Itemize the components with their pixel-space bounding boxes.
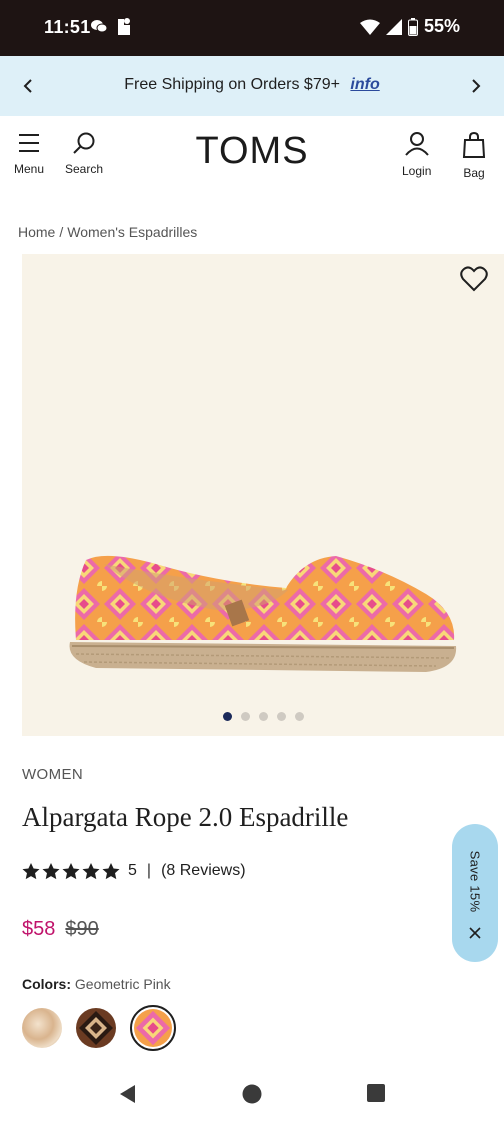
login-label: Login [402,164,432,178]
product-rating: 5 | (8 Reviews) [22,862,246,880]
promo-text: Free Shipping on Orders $79+ [124,76,340,93]
carousel-dot[interactable] [240,712,250,721]
star-icon [82,862,100,879]
rating-stars [22,862,120,880]
home-icon[interactable] [242,1084,262,1104]
promo-message: Free Shipping on Orders $79+ info [0,76,504,94]
close-icon[interactable] [466,924,484,942]
login-button[interactable]: Login [402,132,431,178]
brown-geometric-swatch[interactable] [76,1008,116,1048]
promo-info-link[interactable]: info [350,76,379,93]
selected-color-name: Geometric Pink [74,976,171,992]
carousel-dot[interactable] [222,712,232,721]
status-bar: 11:51 55% [0,0,504,56]
reviews-link[interactable]: (8 Reviews) [161,862,245,880]
app-notification-icon [118,18,130,35]
site-header: Menu Search TOMS Login Bag [0,116,504,196]
wifi-icon [359,19,380,35]
rating-value: 5 [128,862,137,879]
product-shoe-image [69,555,457,672]
color-swatches [22,1005,176,1051]
product-image-carousel[interactable] [22,254,504,736]
chat-notification-icon [91,20,108,33]
back-icon[interactable] [118,1084,138,1104]
battery-percent: 55% [423,16,460,36]
breadcrumb-home-link[interactable]: Home [18,224,55,240]
star-icon [42,862,60,879]
breadcrumb-category-link[interactable]: Women's Espadrilles [67,224,197,240]
star-icon [62,862,80,879]
original-price: $90 [65,918,99,940]
brown-geometric-pattern [76,1008,116,1048]
product-title: Alpargata Rope 2.0 Espadrille [22,802,349,832]
rating-separator: | [146,862,152,879]
recents-icon[interactable] [367,1084,385,1102]
save-discount-text: Save 15% [467,850,483,912]
promo-next-button[interactable] [464,74,488,98]
chevron-right-icon [472,79,481,93]
breadcrumb: Home / Women's Espadrilles [18,224,197,240]
heart-icon [460,266,488,292]
star-icon [102,862,120,879]
star-icon [22,862,40,879]
geometric-pink-pattern [134,1009,172,1047]
promo-bar: Free Shipping on Orders $79+ info [0,56,504,116]
carousel-dot[interactable] [258,712,268,721]
shopping-bag-icon [462,132,486,158]
save-discount-tab[interactable]: Save 15% [452,824,498,962]
wishlist-button[interactable] [460,266,488,297]
bag-button[interactable]: Bag [462,132,486,180]
colors-label-line: Colors: Geometric Pink [22,976,171,992]
product-category: WOMEN [22,766,84,783]
carousel-dot[interactable] [294,712,304,721]
carousel-dots [22,712,504,721]
bag-label: Bag [463,166,485,180]
signal-icon [385,18,402,35]
user-icon [404,132,429,156]
geometric-pink-swatch[interactable] [130,1005,176,1051]
tan-swatch[interactable] [22,1008,62,1048]
breadcrumb-separator: / [59,224,64,240]
battery-icon [407,17,418,36]
product-price: $58 $90 [22,918,99,941]
system-nav-bar [0,1064,504,1122]
colors-label: Colors: [22,976,71,992]
sale-price: $58 [22,918,56,940]
status-time: 11:51 [44,17,91,37]
carousel-dot[interactable] [276,712,286,721]
